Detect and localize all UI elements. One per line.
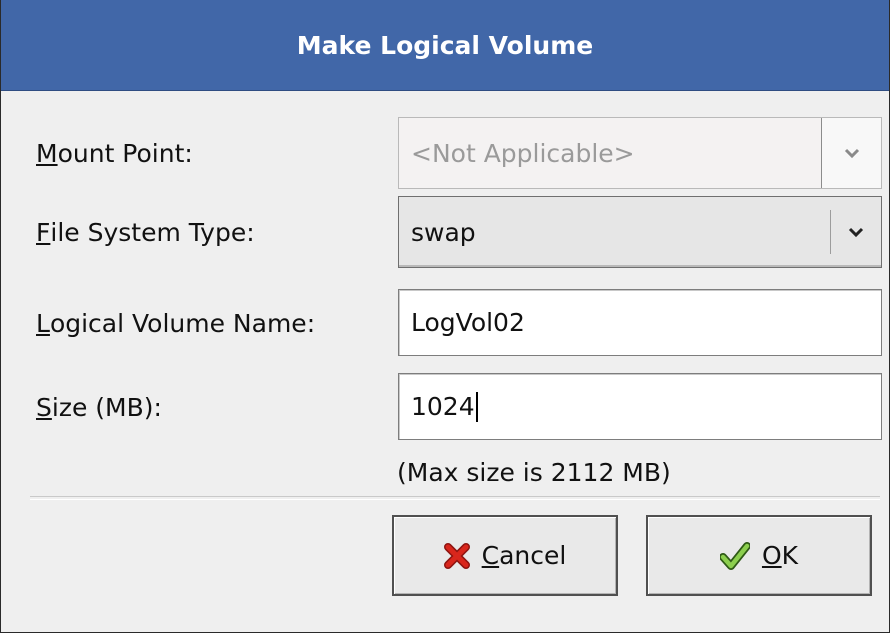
- size-label: Size (MB):: [36, 392, 162, 422]
- make-logical-volume-dialog: Make Logical Volume Mount Point: <Not Ap…: [0, 0, 890, 633]
- file-system-type-dropdown-button[interactable]: [831, 197, 881, 267]
- mount-point-combo[interactable]: <Not Applicable>: [398, 117, 882, 189]
- file-system-type-row: File System Type: swap: [1, 196, 889, 268]
- dialog-title-bar[interactable]: Make Logical Volume: [1, 0, 889, 91]
- file-system-type-combo[interactable]: swap: [398, 196, 882, 268]
- chevron-down-icon: [848, 227, 864, 238]
- mount-point-dropdown-button[interactable]: [821, 118, 881, 188]
- ok-button[interactable]: OK: [646, 515, 872, 596]
- text-cursor: [475, 391, 478, 422]
- size-input[interactable]: 1024: [398, 373, 882, 440]
- cancel-label: Cancel: [481, 541, 567, 570]
- file-system-type-value: swap: [411, 217, 476, 247]
- checkmark-icon: [719, 541, 750, 570]
- red-x-icon: [443, 542, 470, 569]
- logical-volume-name-label: Logical Volume Name:: [36, 308, 316, 338]
- chevron-down-icon: [844, 148, 859, 159]
- mount-point-label: Mount Point:: [36, 138, 193, 168]
- logical-volume-name-row: Logical Volume Name: LogVol02: [1, 287, 889, 359]
- cancel-button[interactable]: Cancel: [392, 515, 618, 596]
- dialog-title: Make Logical Volume: [296, 30, 594, 60]
- button-separator: [30, 496, 880, 500]
- max-size-hint: (Max size is 2112 MB): [397, 457, 671, 487]
- file-system-type-label: File System Type:: [36, 217, 255, 247]
- size-value: 1024: [411, 392, 475, 421]
- size-row: Size (MB): 1024: [1, 371, 889, 443]
- logical-volume-name-input[interactable]: LogVol02: [398, 289, 882, 356]
- ok-label: OK: [761, 541, 799, 570]
- mount-point-row: Mount Point: <Not Applicable>: [1, 117, 889, 189]
- mount-point-value: <Not Applicable>: [411, 138, 635, 168]
